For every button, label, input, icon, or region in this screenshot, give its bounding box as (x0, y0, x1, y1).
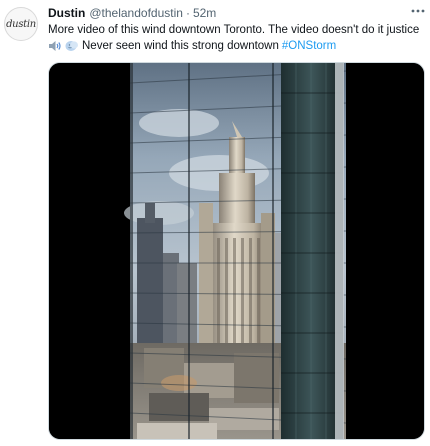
more-options-button[interactable] (410, 3, 426, 19)
avatar-logo-text: dustin (6, 18, 36, 30)
tweet-header: Dustin @thelandofdustin · 52m (48, 5, 216, 21)
more-options-icon (411, 9, 425, 13)
wind-face-icon (65, 40, 79, 52)
tweet-text: More video of this wind downtown Toronto… (48, 22, 426, 54)
hashtag-link[interactable]: #ONStorm (282, 38, 336, 54)
author-name[interactable]: Dustin (48, 6, 85, 20)
tweet[interactable]: dustin Dustin @thelandofdustin · 52m Mor… (0, 0, 430, 446)
tweet-text-line-1: More video of this wind downtown Toronto… (48, 24, 420, 36)
header-separator: · (185, 6, 190, 20)
tweet-text-line-2-text: Never seen wind this strong downtown (82, 40, 279, 52)
author-handle[interactable]: @thelandofdustin (89, 6, 183, 20)
video-frame (49, 63, 424, 439)
avatar[interactable]: dustin (4, 7, 38, 41)
speaker-loud-icon (48, 40, 62, 52)
video-player[interactable] (48, 62, 425, 440)
tweet-text-line-2: Never seen wind this strong downtown #ON… (48, 38, 426, 54)
timestamp[interactable]: 52m (193, 6, 216, 20)
